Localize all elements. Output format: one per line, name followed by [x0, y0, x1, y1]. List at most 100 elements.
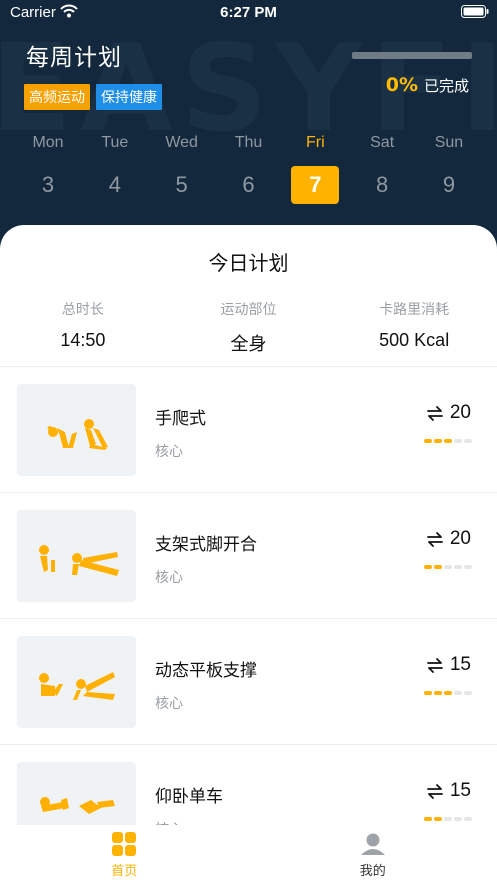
exercise-category: 核心: [155, 570, 183, 586]
stat-calories: 卡路里消耗 500 Kcal: [331, 299, 497, 356]
stat-label: 总时长: [61, 302, 104, 318]
day-sun[interactable]: Sun 9: [416, 134, 482, 204]
difficulty-dot: [444, 691, 452, 695]
progress-label: 已完成: [423, 77, 469, 95]
day-number: 5: [175, 172, 188, 197]
exercise-thumbnail: [17, 636, 136, 728]
exercise-row[interactable]: 支架式脚开合 核心 20: [0, 493, 497, 619]
day-number: 6: [242, 172, 255, 197]
difficulty-dot: [464, 691, 472, 695]
stat-value: 500 Kcal: [379, 330, 450, 350]
difficulty-dot: [424, 817, 432, 821]
day-name: Fri: [305, 134, 325, 151]
reps-count: 15: [449, 654, 471, 675]
exercise-name: 动态平板支撑: [155, 661, 257, 681]
difficulty-indicator: [424, 439, 472, 443]
difficulty-dot: [424, 565, 432, 569]
difficulty-dot: [464, 439, 472, 443]
exercise-thumbnail: [17, 384, 136, 476]
difficulty-dot: [444, 817, 452, 821]
plan-stats: 总时长 14:50 运动部位 全身 卡路里消耗 500 Kcal: [0, 299, 497, 356]
reps-count: 20: [449, 402, 471, 423]
progress-percent: 0%: [385, 74, 418, 96]
difficulty-dot: [464, 565, 472, 569]
day-number-selected: 7: [291, 166, 340, 204]
day-tue[interactable]: Tue 4: [82, 134, 148, 204]
difficulty-dot: [434, 817, 442, 821]
tag-high-frequency: 高频运动: [24, 84, 90, 110]
status-time: 6:27 PM: [220, 4, 277, 21]
battery-icon: [461, 5, 489, 18]
difficulty-dot: [454, 817, 462, 821]
exercise-reps: 20: [426, 402, 471, 424]
exercise-category: 核心: [155, 696, 183, 712]
tab-bar: 首页 我的: [0, 825, 497, 883]
difficulty-dot: [444, 565, 452, 569]
reps-count: 20: [449, 528, 471, 549]
difficulty-dot: [454, 565, 462, 569]
stat-body-part: 运动部位 全身: [166, 299, 332, 356]
day-sat[interactable]: Sat 8: [349, 134, 415, 204]
day-number: 9: [442, 172, 456, 197]
difficulty-dot: [434, 439, 442, 443]
difficulty-indicator: [424, 817, 472, 821]
stat-value: 14:50: [60, 330, 106, 350]
exercise-name: 手爬式: [155, 409, 206, 429]
stat-duration: 总时长 14:50: [0, 299, 166, 356]
day-wed[interactable]: Wed 5: [149, 134, 215, 204]
repeat-icon: [426, 784, 443, 799]
inchworm-figure-icon: [47, 419, 108, 450]
day-name: Tue: [101, 134, 129, 151]
repeat-icon: [426, 658, 443, 673]
weekly-progress-bar: [352, 52, 472, 59]
exercise-list: 手爬式 核心 20 支架式脚开合 核心 20 动态平板支撑 核心 15 仰卧单车…: [0, 367, 497, 825]
day-name: Mon: [32, 134, 64, 151]
difficulty-dot: [444, 439, 452, 443]
day-name: Sat: [370, 134, 395, 151]
stat-label: 运动部位: [220, 302, 277, 318]
tab-label: 我的: [359, 864, 386, 879]
tag-stay-healthy: 保持健康: [96, 84, 162, 110]
repeat-icon: [426, 406, 443, 421]
exercise-row[interactable]: 仰卧单车 核心 15: [0, 745, 497, 825]
tab-mine[interactable]: 我的: [249, 825, 497, 883]
day-number: 3: [41, 172, 55, 197]
exercise-row[interactable]: 手爬式 核心 20: [0, 367, 497, 493]
day-name: Sun: [434, 134, 464, 151]
bicycle-crunch-figure-icon: [40, 797, 115, 814]
exercise-reps: 20: [426, 528, 471, 550]
user-icon: [360, 833, 385, 855]
day-mon[interactable]: Mon 3: [15, 134, 81, 204]
difficulty-indicator: [424, 691, 472, 695]
difficulty-dot: [434, 691, 442, 695]
page-title: 每周计划: [26, 45, 122, 71]
difficulty-dot: [454, 439, 462, 443]
reps-count: 15: [449, 780, 471, 801]
plank-jack-figure-icon: [39, 545, 119, 576]
status-bar: Carrier 6:27 PM: [0, 0, 497, 26]
exercise-row[interactable]: 动态平板支撑 核心 15: [0, 619, 497, 745]
exercise-reps: 15: [426, 654, 471, 676]
exercise-thumbnail: [17, 510, 136, 602]
difficulty-dot: [424, 439, 432, 443]
difficulty-dot: [464, 817, 472, 821]
difficulty-dot: [454, 691, 462, 695]
grid-icon: [112, 832, 137, 856]
difficulty-dot: [424, 691, 432, 695]
today-plan-sheet: 今日计划 总时长 14:50 运动部位 全身 卡路里消耗 500 Kcal 手爬…: [0, 225, 497, 825]
day-fri[interactable]: Fri 7: [282, 134, 348, 204]
exercise-name: 仰卧单车: [155, 787, 223, 807]
week-day-selector: Mon 3 Tue 4 Wed 5 Thu 6 Fri 7 Sat 8 Sun 9: [15, 134, 482, 204]
difficulty-indicator: [424, 565, 472, 569]
stat-value: 全身: [230, 334, 267, 355]
repeat-icon: [426, 532, 443, 547]
day-name: Wed: [165, 134, 198, 151]
progress-summary: 0% 已完成: [386, 74, 469, 96]
day-number: 4: [108, 172, 121, 197]
today-plan-title: 今日计划: [208, 251, 289, 275]
tab-home[interactable]: 首页: [0, 825, 249, 883]
difficulty-dot: [434, 565, 442, 569]
day-name: Thu: [234, 134, 263, 151]
day-thu[interactable]: Thu 6: [215, 134, 281, 204]
exercise-reps: 15: [426, 780, 471, 802]
